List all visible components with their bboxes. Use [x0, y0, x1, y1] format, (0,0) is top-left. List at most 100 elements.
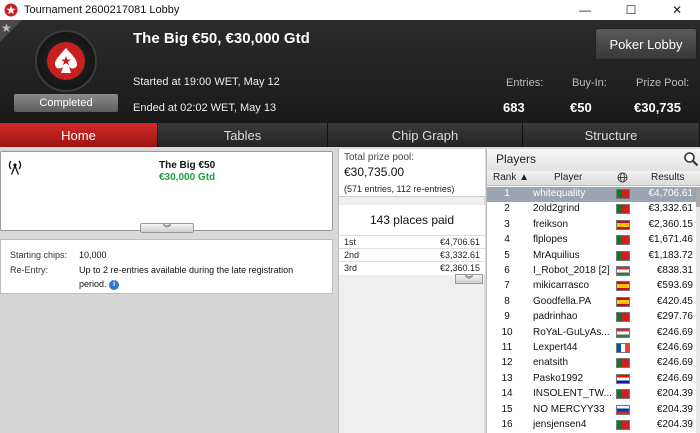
country-flag-icon	[616, 189, 630, 199]
tab-chip-graph[interactable]: Chip Graph	[328, 123, 523, 147]
player-row[interactable]: 3 freikson €2,360.15	[487, 218, 697, 233]
end-time: Ended at 02:02 WET, May 13	[133, 102, 277, 114]
player-row[interactable]: 14 INSOLENT_TW... €204.39	[487, 387, 697, 402]
player-rank: 15	[501, 403, 513, 415]
player-name: MrAquilius	[533, 249, 580, 261]
maximize-button[interactable]: ☐	[608, 0, 654, 20]
expand-info-button[interactable]: ︾	[140, 223, 194, 233]
country-flag-icon	[616, 389, 630, 400]
player-row[interactable]: 1 whitequality €4,706.61	[487, 187, 697, 202]
player-row[interactable]: 8 Goodfella.PA €420.45	[487, 295, 697, 310]
buyin-value: €50	[570, 100, 592, 115]
player-row[interactable]: 11 Lexpert44 €246.69	[487, 341, 697, 356]
country-flag-icon	[616, 373, 630, 384]
prize-panel: Total prize pool: €30,735.00 (571 entrie…	[338, 149, 485, 433]
player-name: 2old2grind	[533, 203, 580, 215]
payout-place: 1st	[344, 237, 357, 247]
player-result: €246.69	[656, 326, 693, 338]
payout-place: 2nd	[344, 250, 360, 260]
total-prize-label: Total prize pool:	[344, 152, 415, 163]
player-row[interactable]: 13 Pasko1992 €246.69	[487, 372, 697, 387]
expand-payouts-button[interactable]: ︾	[455, 274, 483, 284]
search-icon[interactable]	[683, 151, 699, 167]
payout-place: 3rd	[344, 263, 358, 273]
tab-home[interactable]: Home	[0, 123, 158, 147]
info-icon[interactable]: i	[109, 279, 120, 290]
country-flag-icon	[616, 204, 630, 215]
player-result: €2,360.15	[648, 218, 694, 230]
player-row[interactable]: 16 jensjensen4 €204.39	[487, 418, 697, 433]
player-rank: 10	[501, 326, 513, 338]
payout-amount: €4,706.61	[439, 237, 480, 247]
rank-column-header[interactable]: Rank ▲	[493, 172, 529, 183]
player-name: INSOLENT_TW...	[533, 388, 612, 400]
player-result: €204.39	[656, 388, 693, 400]
player-row[interactable]: 7 mikicarrasco €593.69	[487, 279, 697, 294]
window-title: Tournament 2600217081 Lobby	[24, 4, 180, 16]
player-name: NO MERCYY33	[533, 403, 605, 415]
players-scrollbar[interactable]	[696, 187, 700, 433]
country-flag-icon	[616, 235, 630, 246]
pokerstars-app-icon	[4, 3, 18, 17]
total-prize-value: €30,735.00	[344, 165, 405, 179]
payout-row: 1st €4,706.61	[339, 235, 485, 248]
players-column-header: Rank ▲ Player Results	[487, 171, 700, 186]
player-row[interactable]: 6 I_Robot_2018 [2] €838.31	[487, 264, 697, 279]
player-row[interactable]: 12 enatsith €246.69	[487, 356, 697, 371]
player-rank: 8	[504, 295, 510, 307]
entries-label: Entries:	[506, 77, 544, 89]
country-flag-icon	[616, 343, 630, 353]
country-flag-icon	[616, 250, 630, 261]
globe-icon[interactable]	[617, 172, 628, 186]
country-flag-icon	[616, 281, 630, 292]
player-result: €297.76	[656, 311, 693, 323]
entries-value: 683	[503, 100, 525, 115]
player-name: Pasko1992	[533, 372, 584, 384]
player-rank: 9	[504, 311, 510, 323]
tournament-title: The Big €50, €30,000 Gtd	[133, 30, 310, 47]
reentry-value-wrap: Up to 2 re-entries available during the …	[79, 263, 319, 291]
starting-chips-label: Starting chips:	[10, 250, 68, 260]
player-row[interactable]: 5 MrAquilius €1,183.72	[487, 249, 697, 264]
country-flag-icon	[616, 420, 630, 430]
game-info-box: The Big €50 €30,000 Gtd ︾	[0, 151, 333, 233]
player-column-header[interactable]: Player	[554, 172, 582, 183]
poker-lobby-button[interactable]: Poker Lobby	[595, 28, 697, 60]
player-name: Goodfella.PA	[533, 295, 592, 307]
star-icon[interactable]: ★	[1, 21, 12, 35]
tab-tables[interactable]: Tables	[158, 123, 328, 147]
player-row[interactable]: 10 RoYaL-GuLyAs... €246.69	[487, 326, 697, 341]
results-column-header[interactable]: Results	[651, 172, 684, 183]
player-result: €593.69	[656, 280, 693, 292]
player-rank: 11	[501, 342, 513, 353]
country-flag-icon	[616, 327, 630, 338]
broadcast-antenna-icon	[8, 160, 22, 175]
player-name: RoYaL-GuLyAs...	[533, 326, 610, 338]
prizepool-label: Prize Pool:	[636, 77, 690, 89]
player-name: freikson	[533, 218, 569, 230]
player-result: €204.39	[656, 419, 693, 430]
entries-breakdown: (571 entries, 112 re-entries)	[344, 184, 455, 194]
minimize-button[interactable]: —	[562, 0, 608, 20]
country-flag-icon	[616, 404, 630, 415]
player-rank: 1	[504, 188, 510, 199]
country-flag-icon	[616, 312, 630, 323]
player-rank: 13	[501, 372, 513, 384]
scrollbar-thumb[interactable]	[696, 187, 700, 207]
country-flag-icon	[616, 219, 630, 230]
close-button[interactable]: ✕	[654, 0, 700, 20]
player-row[interactable]: 9 padrinhao €297.76	[487, 310, 697, 325]
player-result: €838.31	[656, 265, 693, 276]
payout-list: 1st €4,706.61 2nd €3,332.61 3rd €2,360.1…	[339, 235, 485, 275]
rank-column-label: Rank	[493, 172, 517, 183]
player-row[interactable]: 2 2old2grind €3,332.61	[487, 202, 697, 217]
status-badge: Completed	[14, 94, 118, 112]
reentry-label: Re-Entry:	[10, 265, 49, 275]
player-row[interactable]: 15 NO MERCYY33 €204.39	[487, 403, 697, 418]
sort-asc-icon: ▲	[519, 172, 530, 183]
player-row[interactable]: 4 flplopes €1,671.46	[487, 233, 697, 248]
country-flag-icon	[616, 296, 630, 307]
tab-structure[interactable]: Structure	[523, 123, 700, 147]
players-panel: Players Rank ▲ Player Results 1 whitequal…	[486, 149, 700, 433]
payout-amount: €3,332.61	[439, 250, 480, 260]
